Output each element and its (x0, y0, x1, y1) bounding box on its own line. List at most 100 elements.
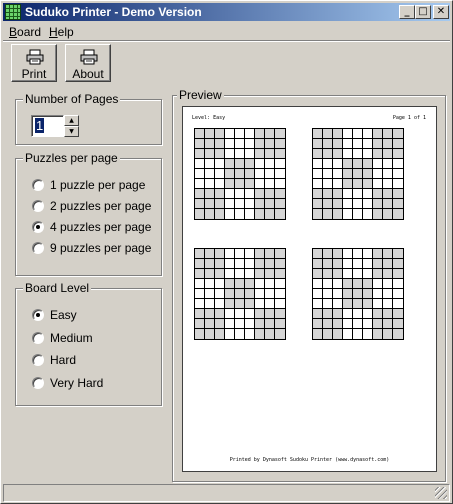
radio-button[interactable] (32, 242, 44, 254)
sudoku-cell (333, 259, 343, 269)
sudoku-cell (245, 189, 255, 199)
sudoku-cell (363, 319, 373, 329)
sudoku-cell (333, 329, 343, 339)
sudoku-cell (383, 189, 393, 199)
sudoku-cell (323, 139, 333, 149)
spin-up-icon[interactable]: ▲ (64, 115, 79, 126)
sudoku-cell (265, 259, 275, 269)
sudoku-cell (225, 269, 235, 279)
sudoku-cell (383, 309, 393, 319)
sudoku-cell (275, 299, 285, 309)
sudoku-cell (323, 169, 333, 179)
resize-grip-icon[interactable] (435, 487, 447, 499)
sudoku-cell (195, 209, 205, 219)
sudoku-cell (323, 189, 333, 199)
sudoku-cell (275, 189, 285, 199)
sudoku-cell (215, 159, 225, 169)
sudoku-cell (323, 159, 333, 169)
sudoku-cell (255, 299, 265, 309)
sudoku-cell (255, 169, 265, 179)
sudoku-cell (255, 199, 265, 209)
sudoku-cell (205, 159, 215, 169)
sudoku-cell (195, 199, 205, 209)
radio-button[interactable] (32, 200, 44, 212)
sudoku-cell (225, 319, 235, 329)
sudoku-cell (343, 139, 353, 149)
about-button-label: About (72, 67, 104, 81)
sudoku-cell (353, 199, 363, 209)
sudoku-cell (195, 249, 205, 259)
sudoku-cell (353, 309, 363, 319)
radio-button-checked[interactable] (32, 221, 44, 233)
number-of-pages-group: Number of Pages 1 ▲ ▼ (15, 92, 162, 145)
sudoku-cell (353, 159, 363, 169)
sudoku-cell (255, 269, 265, 279)
close-button[interactable]: ✕ (433, 5, 449, 19)
sudoku-cell (245, 139, 255, 149)
print-button[interactable]: Print (11, 44, 57, 82)
radio-button[interactable] (32, 377, 44, 389)
sudoku-cell (353, 289, 363, 299)
sudoku-cell (235, 189, 245, 199)
sudoku-cell (195, 189, 205, 199)
sudoku-cell (195, 139, 205, 149)
minimize-button[interactable]: _ (399, 5, 415, 19)
sudoku-cell (383, 329, 393, 339)
sudoku-cell (205, 169, 215, 179)
title-bar[interactable]: Suduko Printer - Demo Version _ □ ✕ (3, 3, 450, 21)
sudoku-cell (383, 209, 393, 219)
sudoku-cell (225, 329, 235, 339)
sudoku-cell (255, 139, 265, 149)
sudoku-cell (353, 209, 363, 219)
sudoku-cell (235, 159, 245, 169)
sudoku-cell (275, 329, 285, 339)
sudoku-cell (215, 279, 225, 289)
sudoku-cell (275, 309, 285, 319)
radio-button[interactable] (32, 354, 44, 366)
sudoku-cell (343, 289, 353, 299)
sudoku-cell (235, 199, 245, 209)
radio-button-checked[interactable] (32, 309, 44, 321)
sudoku-cell (313, 149, 323, 159)
radio-button[interactable] (32, 332, 44, 344)
sudoku-cell (393, 199, 403, 209)
sudoku-cell (245, 289, 255, 299)
sudoku-cell (373, 209, 383, 219)
sudoku-cell (215, 139, 225, 149)
sudoku-cell (215, 299, 225, 309)
sudoku-cell (215, 309, 225, 319)
grid-app-icon[interactable] (5, 4, 21, 20)
sudoku-cell (353, 189, 363, 199)
sudoku-cell (205, 329, 215, 339)
sudoku-cell (363, 299, 373, 309)
spin-down-icon[interactable]: ▼ (64, 126, 79, 137)
pages-input[interactable]: 1 (31, 115, 64, 137)
sudoku-cell (353, 169, 363, 179)
menu-help[interactable]: Help (49, 25, 74, 39)
radio-label: 1 puzzle per page (50, 178, 146, 192)
sudoku-cell (363, 129, 373, 139)
sudoku-cell (313, 249, 323, 259)
sudoku-cell (195, 289, 205, 299)
sudoku-cell (255, 279, 265, 289)
sudoku-cell (363, 329, 373, 339)
sudoku-cell (323, 259, 333, 269)
sudoku-cell (225, 199, 235, 209)
maximize-button[interactable]: □ (415, 5, 431, 19)
pages-spinner: ▲ ▼ (64, 115, 79, 137)
radio-button[interactable] (32, 179, 44, 191)
sudoku-cell (343, 259, 353, 269)
pages-value: 1 (35, 118, 45, 133)
sudoku-cell (383, 249, 393, 259)
sudoku-cell (195, 309, 205, 319)
sudoku-cell (363, 139, 373, 149)
window-title: Suduko Printer - Demo Version (25, 5, 202, 19)
menu-board[interactable]: Board (9, 25, 41, 39)
sudoku-cell (373, 329, 383, 339)
sudoku-cell (265, 149, 275, 159)
sudoku-cell (383, 159, 393, 169)
sudoku-cell (363, 189, 373, 199)
sudoku-cell (225, 299, 235, 309)
about-button[interactable]: About (65, 44, 111, 82)
sudoku-cell (255, 329, 265, 339)
